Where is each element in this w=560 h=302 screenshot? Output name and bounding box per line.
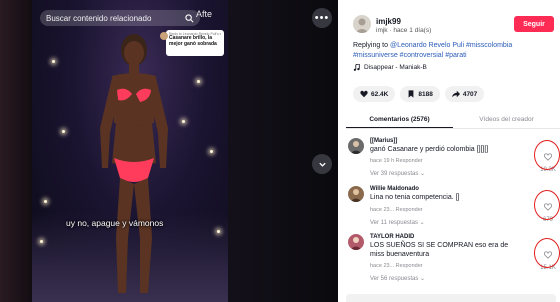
video-frame[interactable]: Reply to Leonardo Revelo Puli's comment … [32, 0, 228, 302]
tab-comments[interactable]: Comentarios (2576) [346, 111, 453, 128]
comment-item: [[Marius]] ganó Casanare y perdió colomb… [348, 138, 560, 180]
comment-text: ganó Casanare y perdió colombia [][][] [370, 146, 489, 153]
share-count: 4707 [462, 90, 478, 98]
music-note-icon [353, 64, 360, 71]
view-replies-link[interactable]: Ver 11 respuestas ⌄ [370, 219, 425, 226]
sparkle [197, 80, 200, 83]
music-title: Disappear - Maniak-B [364, 64, 427, 71]
view-replies-link[interactable]: Ver 56 respuestas ⌄ [370, 275, 425, 282]
description-prefix: Replying to [353, 42, 390, 49]
sparkle [217, 230, 220, 233]
share-button[interactable]: 4707 [444, 86, 485, 102]
details-panel: imjk99 imjk · hace 1 día(s) Seguir Reply… [338, 0, 560, 302]
sparkle [52, 60, 55, 63]
sparkle [44, 200, 47, 203]
like-count: 62.4K [371, 90, 389, 98]
user-icon [350, 237, 362, 250]
like-button[interactable]: 62.4K [353, 86, 396, 102]
reply-card-avatar [160, 32, 168, 40]
save-button[interactable]: 8188 [400, 86, 440, 102]
comment-meta[interactable]: hace 23... Responder [370, 207, 423, 213]
comment-username[interactable]: TAYLOR HADID [370, 234, 414, 240]
search-icon[interactable] [185, 13, 194, 23]
sparkle [210, 150, 213, 153]
view-replies-link[interactable]: Ver 39 respuestas ⌄ [370, 170, 425, 177]
comment-meta[interactable]: hace 19 h Responder [370, 158, 423, 164]
bookmark-icon [408, 90, 414, 98]
user-icon [355, 18, 369, 33]
user-icon [350, 189, 362, 202]
related-search-text: Buscar contenido relacionado [46, 13, 152, 23]
annotation-circle [534, 190, 560, 220]
engagement-actions: 62.4K 8188 4707 [353, 86, 485, 102]
author-avatar[interactable] [353, 15, 371, 33]
author-subtitle: imjk · hace 1 día(s) [376, 27, 432, 34]
annotation-circle [534, 238, 560, 268]
heart-icon [360, 90, 368, 98]
tab-creator-videos[interactable]: Vídeos del creador [453, 111, 560, 128]
comment-username[interactable]: [[Marius]] [370, 138, 397, 144]
video-player-area[interactable]: Reply to Leonardo Revelo Puli's comment … [0, 0, 338, 302]
reply-card-text: Casanare brillo, la mejor ganó sobrada [169, 35, 217, 47]
after-label: Afte [196, 9, 213, 19]
video-blur-right [228, 0, 338, 302]
model-figure [100, 34, 168, 293]
share-icon [451, 90, 460, 98]
comment-text: Lina no tenia competencia. [] [370, 194, 460, 201]
comment-text: LOS SUEÑOS SI SE COMPRAN eso era de miss… [370, 242, 509, 258]
comment-username[interactable]: Willie Maldonado [370, 186, 419, 192]
comment-avatar[interactable] [348, 186, 364, 202]
mention-link[interactable]: @Leonardo Revelo Puli [390, 42, 464, 49]
related-search-bar[interactable]: Buscar contenido relacionado [40, 10, 200, 26]
more-horizontal-icon: ••• [314, 12, 330, 24]
comment-item: TAYLOR HADID LOS SUEÑOS SI SE COMPRAN es… [348, 234, 560, 286]
video-description: Replying to @Leonardo Revelo Puli #missc… [353, 41, 553, 60]
chevron-down-icon [318, 162, 326, 167]
annotation-circle [534, 140, 560, 170]
reply-comment-card: Reply to Leonardo Revelo Puli's comment … [160, 30, 224, 56]
author-username[interactable]: imjk99 [376, 17, 401, 26]
sparkle [40, 240, 43, 243]
video-caption: uy no, apague y vámonos [66, 218, 164, 228]
comment-meta[interactable]: hace 23... Responder [370, 263, 423, 269]
comment-avatar[interactable] [348, 138, 364, 154]
sparkle [182, 120, 185, 123]
comment-avatar[interactable] [348, 234, 364, 250]
video-blur-left [0, 0, 32, 302]
more-options-button[interactable]: ••• [312, 8, 332, 28]
sparkle [62, 130, 65, 133]
panel-tabs: Comentarios (2576) Vídeos del creador [346, 111, 560, 129]
user-icon [350, 141, 362, 154]
next-video-button[interactable] [312, 154, 332, 174]
follow-button[interactable]: Seguir [514, 16, 554, 32]
comment-item: Willie Maldonado Lina no tenia competenc… [348, 186, 560, 228]
save-count: 8188 [418, 90, 433, 98]
music-track[interactable]: Disappear - Maniak-B [353, 64, 427, 71]
comment-input-bar[interactable] [346, 294, 556, 302]
